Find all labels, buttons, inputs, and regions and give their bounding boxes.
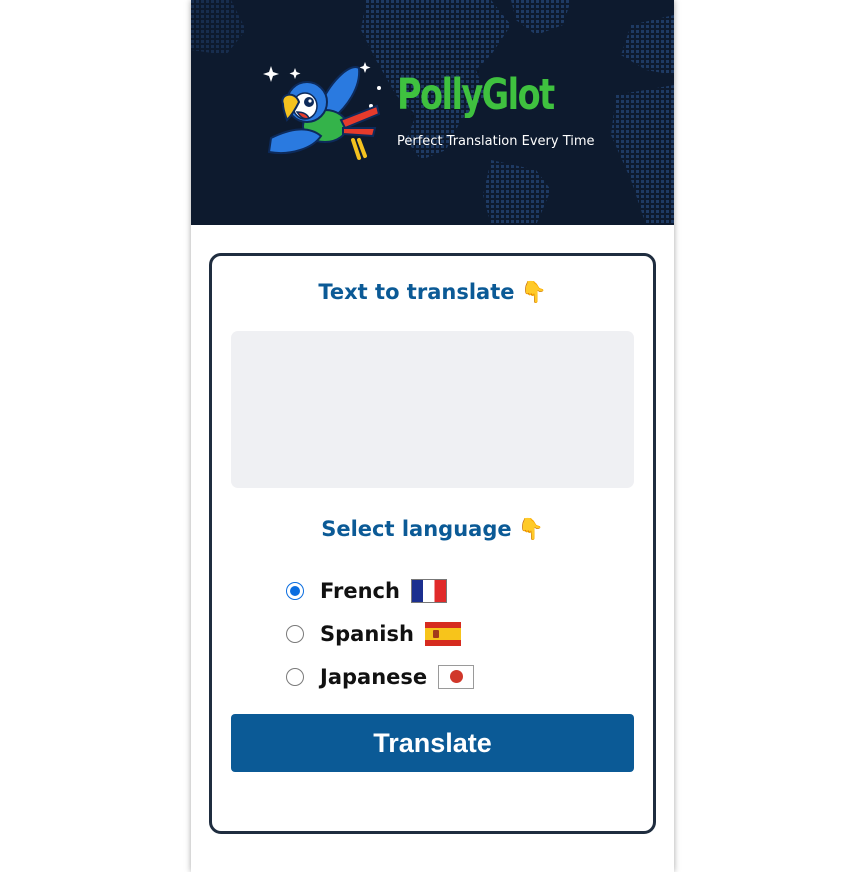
translation-card: Text to translate 👇 Select language 👇 Fren… (209, 253, 656, 834)
pointing-down-hand-icon: 👇 (520, 280, 547, 304)
japanese-radio[interactable] (286, 668, 304, 686)
language-option-spanish[interactable]: Spanish (286, 617, 461, 651)
pointing-down-hand-icon: 👇 (517, 517, 544, 541)
language-option-label: Japanese (320, 665, 428, 689)
select-language-heading: Select language 👇 (212, 517, 653, 542)
text-to-translate-heading: Text to translate 👇 (212, 280, 653, 305)
brand-tagline: Perfect Translation Every Time (397, 134, 595, 149)
language-option-label: French (320, 579, 400, 603)
parrot-icon (263, 62, 381, 160)
language-option-japanese[interactable]: Japanese (286, 660, 475, 694)
select-language-label: Select language (321, 517, 512, 541)
language-option-label: Spanish (320, 622, 414, 646)
french-radio[interactable] (286, 582, 304, 600)
text-to-translate-input[interactable] (231, 331, 634, 488)
header-banner: PollyGlot Perfect Translation Every Time (191, 0, 674, 225)
translate-button[interactable]: Translate (231, 714, 634, 772)
spain-flag-icon (424, 622, 461, 646)
brand-title: PollyGlot (397, 70, 555, 120)
text-to-translate-label: Text to translate (318, 280, 515, 304)
language-option-french[interactable]: French (286, 574, 447, 608)
spanish-radio[interactable] (286, 625, 304, 643)
japan-flag-icon (438, 665, 475, 689)
app-container: PollyGlot Perfect Translation Every Time… (191, 0, 674, 872)
france-flag-icon (410, 579, 447, 603)
